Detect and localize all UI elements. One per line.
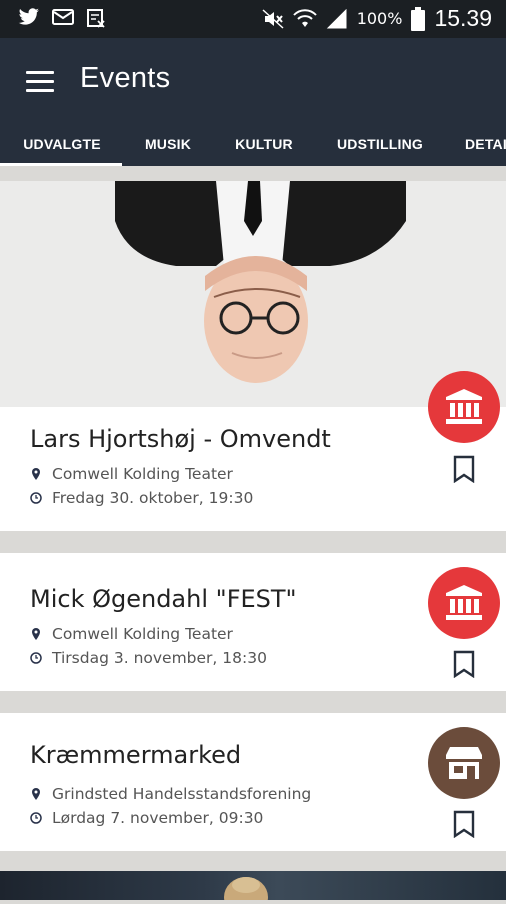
email-icon (52, 9, 74, 25)
hamburger-icon (26, 71, 54, 74)
event-venue: Comwell Kolding Teater (30, 625, 233, 643)
theater-icon (446, 389, 482, 424)
wifi-icon (292, 8, 317, 27)
event-card[interactable]: Lars Hjortshøj - Omvendt Comwell Kolding… (0, 407, 506, 531)
event-datetime: Fredag 30. oktober, 19:30 (30, 489, 253, 507)
bookmark-icon[interactable] (453, 455, 475, 483)
datetime-text: Fredag 30. oktober, 19:30 (52, 489, 254, 507)
datetime-text: Lørdag 7. november, 09:30 (52, 809, 264, 827)
clock-icon (30, 812, 42, 824)
event-title: Kræmmermarked (30, 741, 242, 769)
venue-text: Comwell Kolding Teater (52, 465, 233, 483)
event-card[interactable]: Mick Øgendahl "FEST" Comwell Kolding Tea… (0, 553, 506, 691)
category-tabs: UDVALGTE MUSIK KULTUR UDSTILLING DETAI (0, 134, 506, 166)
location-icon (32, 628, 40, 640)
notification-icons (18, 8, 106, 28)
hamburger-icon-line (26, 80, 54, 83)
event-photo-illustration (0, 181, 506, 407)
menu-button[interactable] (26, 71, 54, 93)
clock-icon (30, 652, 42, 664)
calendar-x-icon (87, 9, 105, 28)
venue-text: Grindsted Handelsstandsforening (52, 785, 312, 803)
tab-detail[interactable]: DETAI (465, 134, 506, 166)
system-status: 100% 15.39 (262, 5, 492, 32)
event-datetime: Tirsdag 3. november, 18:30 (30, 649, 267, 667)
bookmark-icon[interactable] (453, 810, 475, 838)
mute-icon (262, 8, 284, 29)
active-tab-indicator (0, 163, 122, 166)
shop-icon (446, 747, 482, 779)
twitter-icon (18, 8, 39, 25)
theater-icon (446, 585, 482, 620)
app-bar: Events UDVALGTE MUSIK KULTUR UDSTILLING … (0, 38, 506, 166)
event-venue: Comwell Kolding Teater (30, 465, 233, 483)
clock: 15.39 (434, 5, 492, 31)
tab-udstilling[interactable]: UDSTILLING (335, 134, 425, 166)
category-badge (428, 371, 500, 443)
event-title: Mick Øgendahl "FEST" (30, 585, 297, 613)
event-card[interactable]: Kræmmermarked Grindsted Handelsstandsfor… (0, 713, 506, 851)
tab-udvalgte[interactable]: UDVALGTE (22, 134, 102, 166)
category-badge (428, 727, 500, 799)
event-image[interactable] (0, 181, 506, 407)
status-bar: 100% 15.39 (0, 0, 506, 38)
location-icon (32, 788, 40, 800)
hamburger-icon-line (26, 89, 54, 92)
location-icon (32, 468, 40, 480)
event-venue: Grindsted Handelsstandsforening (30, 785, 311, 803)
signal-icon (326, 8, 347, 28)
next-event-image[interactable] (0, 871, 506, 904)
event-title: Lars Hjortshøj - Omvendt (30, 425, 331, 453)
battery-percentage: 100% (356, 9, 403, 28)
tab-musik[interactable]: MUSIK (142, 134, 194, 166)
datetime-text: Tirsdag 3. november, 18:30 (52, 649, 267, 667)
bookmark-icon[interactable] (453, 650, 475, 678)
battery-icon (411, 6, 426, 31)
tab-kultur[interactable]: KULTUR (233, 134, 295, 166)
category-badge (428, 567, 500, 639)
page-title: Events (80, 62, 171, 94)
event-datetime: Lørdag 7. november, 09:30 (30, 809, 263, 827)
venue-text: Comwell Kolding Teater (52, 625, 233, 643)
clock-icon (30, 492, 42, 504)
event-photo-illustration (224, 877, 268, 904)
